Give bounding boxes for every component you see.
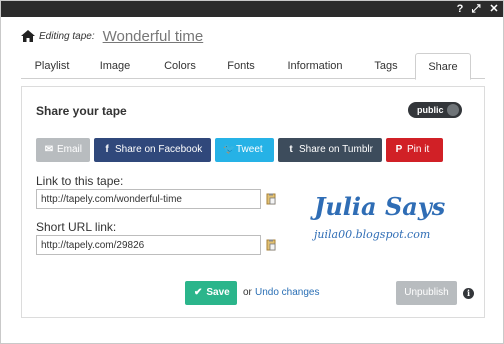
share-heading: Share your tape	[36, 104, 127, 118]
checkmark-icon: ✔	[194, 287, 203, 298]
close-icon[interactable]: ✕	[487, 2, 501, 16]
pin-it-button-label: Pin it	[407, 144, 430, 155]
toggle-knob	[447, 104, 459, 116]
tab-share[interactable]: Share	[415, 53, 471, 80]
tab-information[interactable]: Information	[271, 53, 359, 79]
short-url-label: Short URL link:	[36, 220, 117, 234]
tweet-button[interactable]: 🐦Tweet	[215, 138, 274, 162]
link-label: Link to this tape:	[36, 174, 124, 188]
tab-playlist[interactable]: Playlist	[23, 53, 81, 79]
tweet-button-label: Tweet	[236, 144, 263, 155]
editing-label: Editing tape:	[39, 30, 95, 42]
copy-link-icon[interactable]	[265, 193, 277, 205]
tumblr-button-label: Share on Tumblr	[299, 144, 373, 155]
twitter-icon: 🐦	[223, 144, 236, 155]
tab-colors[interactable]: Colors	[149, 53, 211, 79]
watermark-url: juila00.blogspot.com	[314, 228, 431, 241]
public-toggle[interactable]: public	[408, 102, 462, 118]
share-panel: Share your tape public ✉ Email f Share on …	[21, 86, 485, 318]
info-icon[interactable]: i	[463, 288, 474, 299]
tape-link-field[interactable]	[36, 189, 261, 209]
expand-icon[interactable]: ⤢	[469, 2, 483, 16]
tape-editor-window: ? ⤢ ✕ Editing tape: Wonderful time Playl…	[0, 0, 504, 344]
tumblr-icon: t	[289, 144, 293, 155]
pin-it-button[interactable]: P Pin it	[386, 138, 443, 162]
short-url-field[interactable]	[36, 235, 261, 255]
or-text: or	[243, 287, 252, 298]
titlebar: ? ⤢ ✕	[1, 1, 503, 17]
facebook-icon: f	[105, 144, 109, 155]
save-button-label: Save	[206, 287, 230, 298]
email-button[interactable]: ✉ Email	[36, 138, 90, 162]
public-toggle-label: public	[417, 105, 444, 115]
tape-title[interactable]: Wonderful time	[103, 28, 204, 45]
envelope-icon: ✉	[44, 144, 54, 155]
copy-short-url-icon[interactable]	[265, 239, 277, 251]
editing-header: Editing tape: Wonderful time	[21, 27, 203, 45]
tab-tags[interactable]: Tags	[363, 53, 409, 79]
watermark-title: Julia Says	[314, 192, 446, 221]
home-icon	[21, 30, 35, 42]
tab-image[interactable]: Image	[85, 53, 145, 79]
email-button-label: Email	[57, 144, 83, 155]
facebook-button-label: Share on Facebook	[115, 144, 203, 155]
share-facebook-button[interactable]: f Share on Facebook	[94, 138, 211, 162]
tab-bar: Playlist Image Colors Fonts Information …	[21, 53, 485, 80]
save-button[interactable]: ✔ Save	[185, 281, 237, 305]
undo-changes-link[interactable]: Undo changes	[255, 287, 320, 298]
help-icon[interactable]: ?	[453, 2, 467, 16]
unpublish-button[interactable]: Unpublish	[396, 281, 457, 305]
share-tumblr-button[interactable]: t Share on Tumblr	[278, 138, 382, 162]
pinterest-icon: P	[395, 144, 403, 155]
tab-fonts[interactable]: Fonts	[215, 53, 267, 79]
